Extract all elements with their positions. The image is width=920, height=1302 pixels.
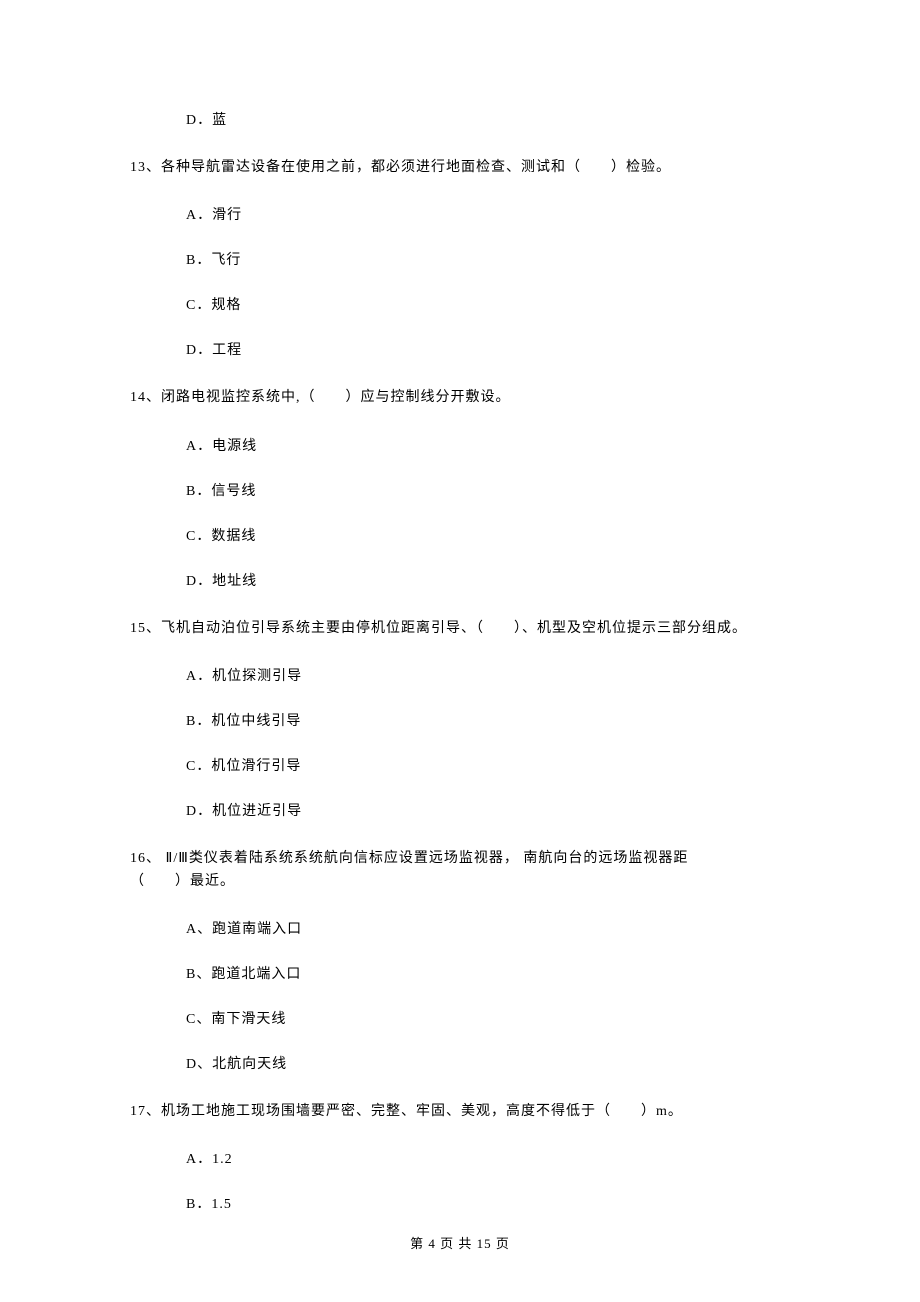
question-12-remainder: D．蓝 bbox=[130, 110, 790, 131]
option-13-b: B．飞行 bbox=[130, 250, 790, 271]
option-17-b: B．1.5 bbox=[130, 1194, 790, 1215]
question-16: 16、 Ⅱ/Ⅲ类仪表着陆系统系统航向信标应设置远场监视器， 南航向台的远场监视器… bbox=[130, 848, 790, 1075]
option-16-c: C、南下滑天线 bbox=[130, 1009, 790, 1030]
question-17-stem: 17、机场工地施工现场围墙要严密、完整、牢固、美观，高度不得低于（ ）m。 bbox=[130, 1101, 790, 1123]
question-16-stem-line2: （ ）最近。 bbox=[130, 871, 790, 893]
option-13-a: A．滑行 bbox=[130, 205, 790, 226]
option-13-c: C．规格 bbox=[130, 295, 790, 316]
option-15-c: C．机位滑行引导 bbox=[130, 756, 790, 777]
option-16-d: D、北航向天线 bbox=[130, 1054, 790, 1075]
page-footer: 第 4 页 共 15 页 bbox=[0, 1233, 920, 1252]
option-14-a: A．电源线 bbox=[130, 436, 790, 457]
question-15: 15、飞机自动泊位引导系统主要由停机位距离引导、（ ）、机型及空机位提示三部分组… bbox=[130, 618, 790, 822]
option-16-a: A、跑道南端入口 bbox=[130, 919, 790, 940]
question-17: 17、机场工地施工现场围墙要严密、完整、牢固、美观，高度不得低于（ ）m。 A．… bbox=[130, 1101, 790, 1215]
question-13-stem: 13、各种导航雷达设备在使用之前，都必须进行地面检查、测试和（ ）检验。 bbox=[130, 157, 790, 179]
option-17-a: A．1.2 bbox=[130, 1149, 790, 1170]
option-15-d: D．机位进近引导 bbox=[130, 801, 790, 822]
option-14-b: B．信号线 bbox=[130, 481, 790, 502]
question-14: 14、闭路电视监控系统中,（ ）应与控制线分开敷设。 A．电源线 B．信号线 C… bbox=[130, 387, 790, 591]
option-14-d: D．地址线 bbox=[130, 571, 790, 592]
option-13-d: D．工程 bbox=[130, 340, 790, 361]
question-15-stem: 15、飞机自动泊位引导系统主要由停机位距离引导、（ ）、机型及空机位提示三部分组… bbox=[130, 618, 790, 640]
page-content: D．蓝 13、各种导航雷达设备在使用之前，都必须进行地面检查、测试和（ ）检验。… bbox=[0, 0, 920, 1215]
question-14-stem: 14、闭路电视监控系统中,（ ）应与控制线分开敷设。 bbox=[130, 387, 790, 409]
option-14-c: C．数据线 bbox=[130, 526, 790, 547]
option-15-b: B．机位中线引导 bbox=[130, 711, 790, 732]
question-16-stem-line1: 16、 Ⅱ/Ⅲ类仪表着陆系统系统航向信标应设置远场监视器， 南航向台的远场监视器… bbox=[130, 848, 790, 870]
option-12-d: D．蓝 bbox=[130, 110, 790, 131]
question-13: 13、各种导航雷达设备在使用之前，都必须进行地面检查、测试和（ ）检验。 A．滑… bbox=[130, 157, 790, 361]
option-15-a: A．机位探测引导 bbox=[130, 666, 790, 687]
option-16-b: B、跑道北端入口 bbox=[130, 964, 790, 985]
